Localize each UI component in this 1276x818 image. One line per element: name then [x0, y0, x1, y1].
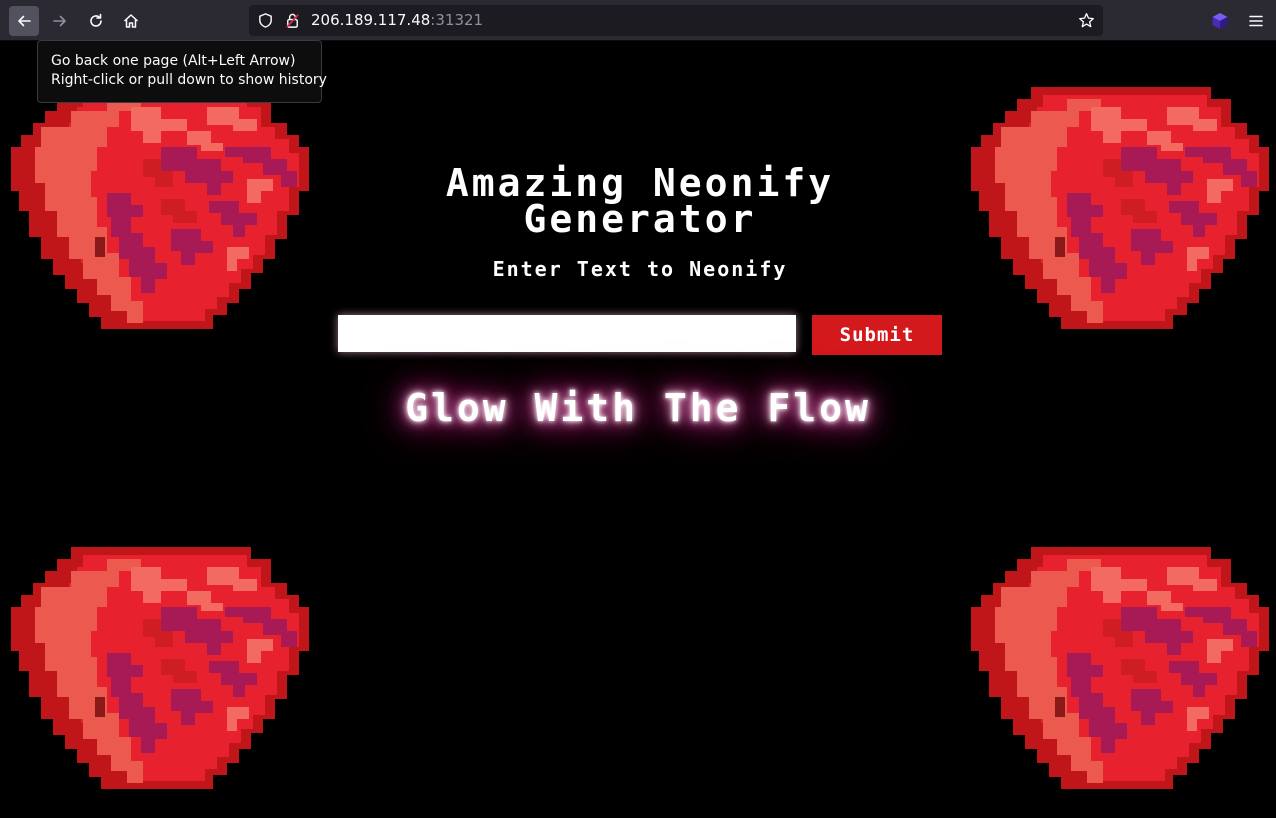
shield-icon[interactable]: [257, 12, 274, 29]
bookmark-star-icon[interactable]: [1078, 12, 1095, 29]
submit-button[interactable]: Submit: [812, 315, 942, 355]
hamburger-menu-icon[interactable]: [1247, 12, 1265, 30]
pixel-gem-bottom-left: [11, 547, 309, 789]
insecure-lock-icon[interactable]: [284, 12, 301, 29]
neon-output-text: Glow With The Flow: [405, 386, 871, 430]
pixel-gem-top-right: [971, 87, 1269, 329]
extension-cube-icon[interactable]: [1211, 12, 1229, 30]
page-title: Amazing Neonify Generator: [445, 161, 835, 241]
back-arrow-icon: [18, 15, 31, 27]
home-button[interactable]: [116, 6, 146, 36]
url-bar[interactable]: 206.189.117.48:31321: [249, 5, 1103, 36]
reload-button[interactable]: [81, 6, 111, 36]
tooltip-line-2: Right-click or pull down to show history: [51, 72, 327, 88]
url-port: :31321: [430, 11, 484, 29]
pixel-gem-top-left: [11, 87, 309, 329]
url-text[interactable]: 206.189.117.48:31321: [311, 11, 483, 29]
browser-toolbar: 206.189.117.48:31321: [0, 0, 1276, 41]
tooltip-line-1: Go back one page (Alt+Left Arrow): [51, 53, 296, 69]
back-button[interactable]: [9, 6, 39, 36]
back-button-tooltip: Go back one page (Alt+Left Arrow) Right-…: [37, 40, 327, 103]
forward-arrow-icon: [53, 15, 66, 27]
home-icon: [123, 14, 139, 28]
reload-icon: [90, 13, 102, 27]
url-host: 206.189.117.48: [311, 11, 431, 29]
pixel-gem-bottom-right: [971, 547, 1269, 789]
forward-button[interactable]: [45, 6, 75, 36]
page-subtitle: Enter Text to Neonify: [492, 257, 788, 281]
page-content: Amazing Neonify Generator Enter Text to …: [0, 41, 1276, 818]
neonify-text-input[interactable]: [338, 315, 796, 352]
